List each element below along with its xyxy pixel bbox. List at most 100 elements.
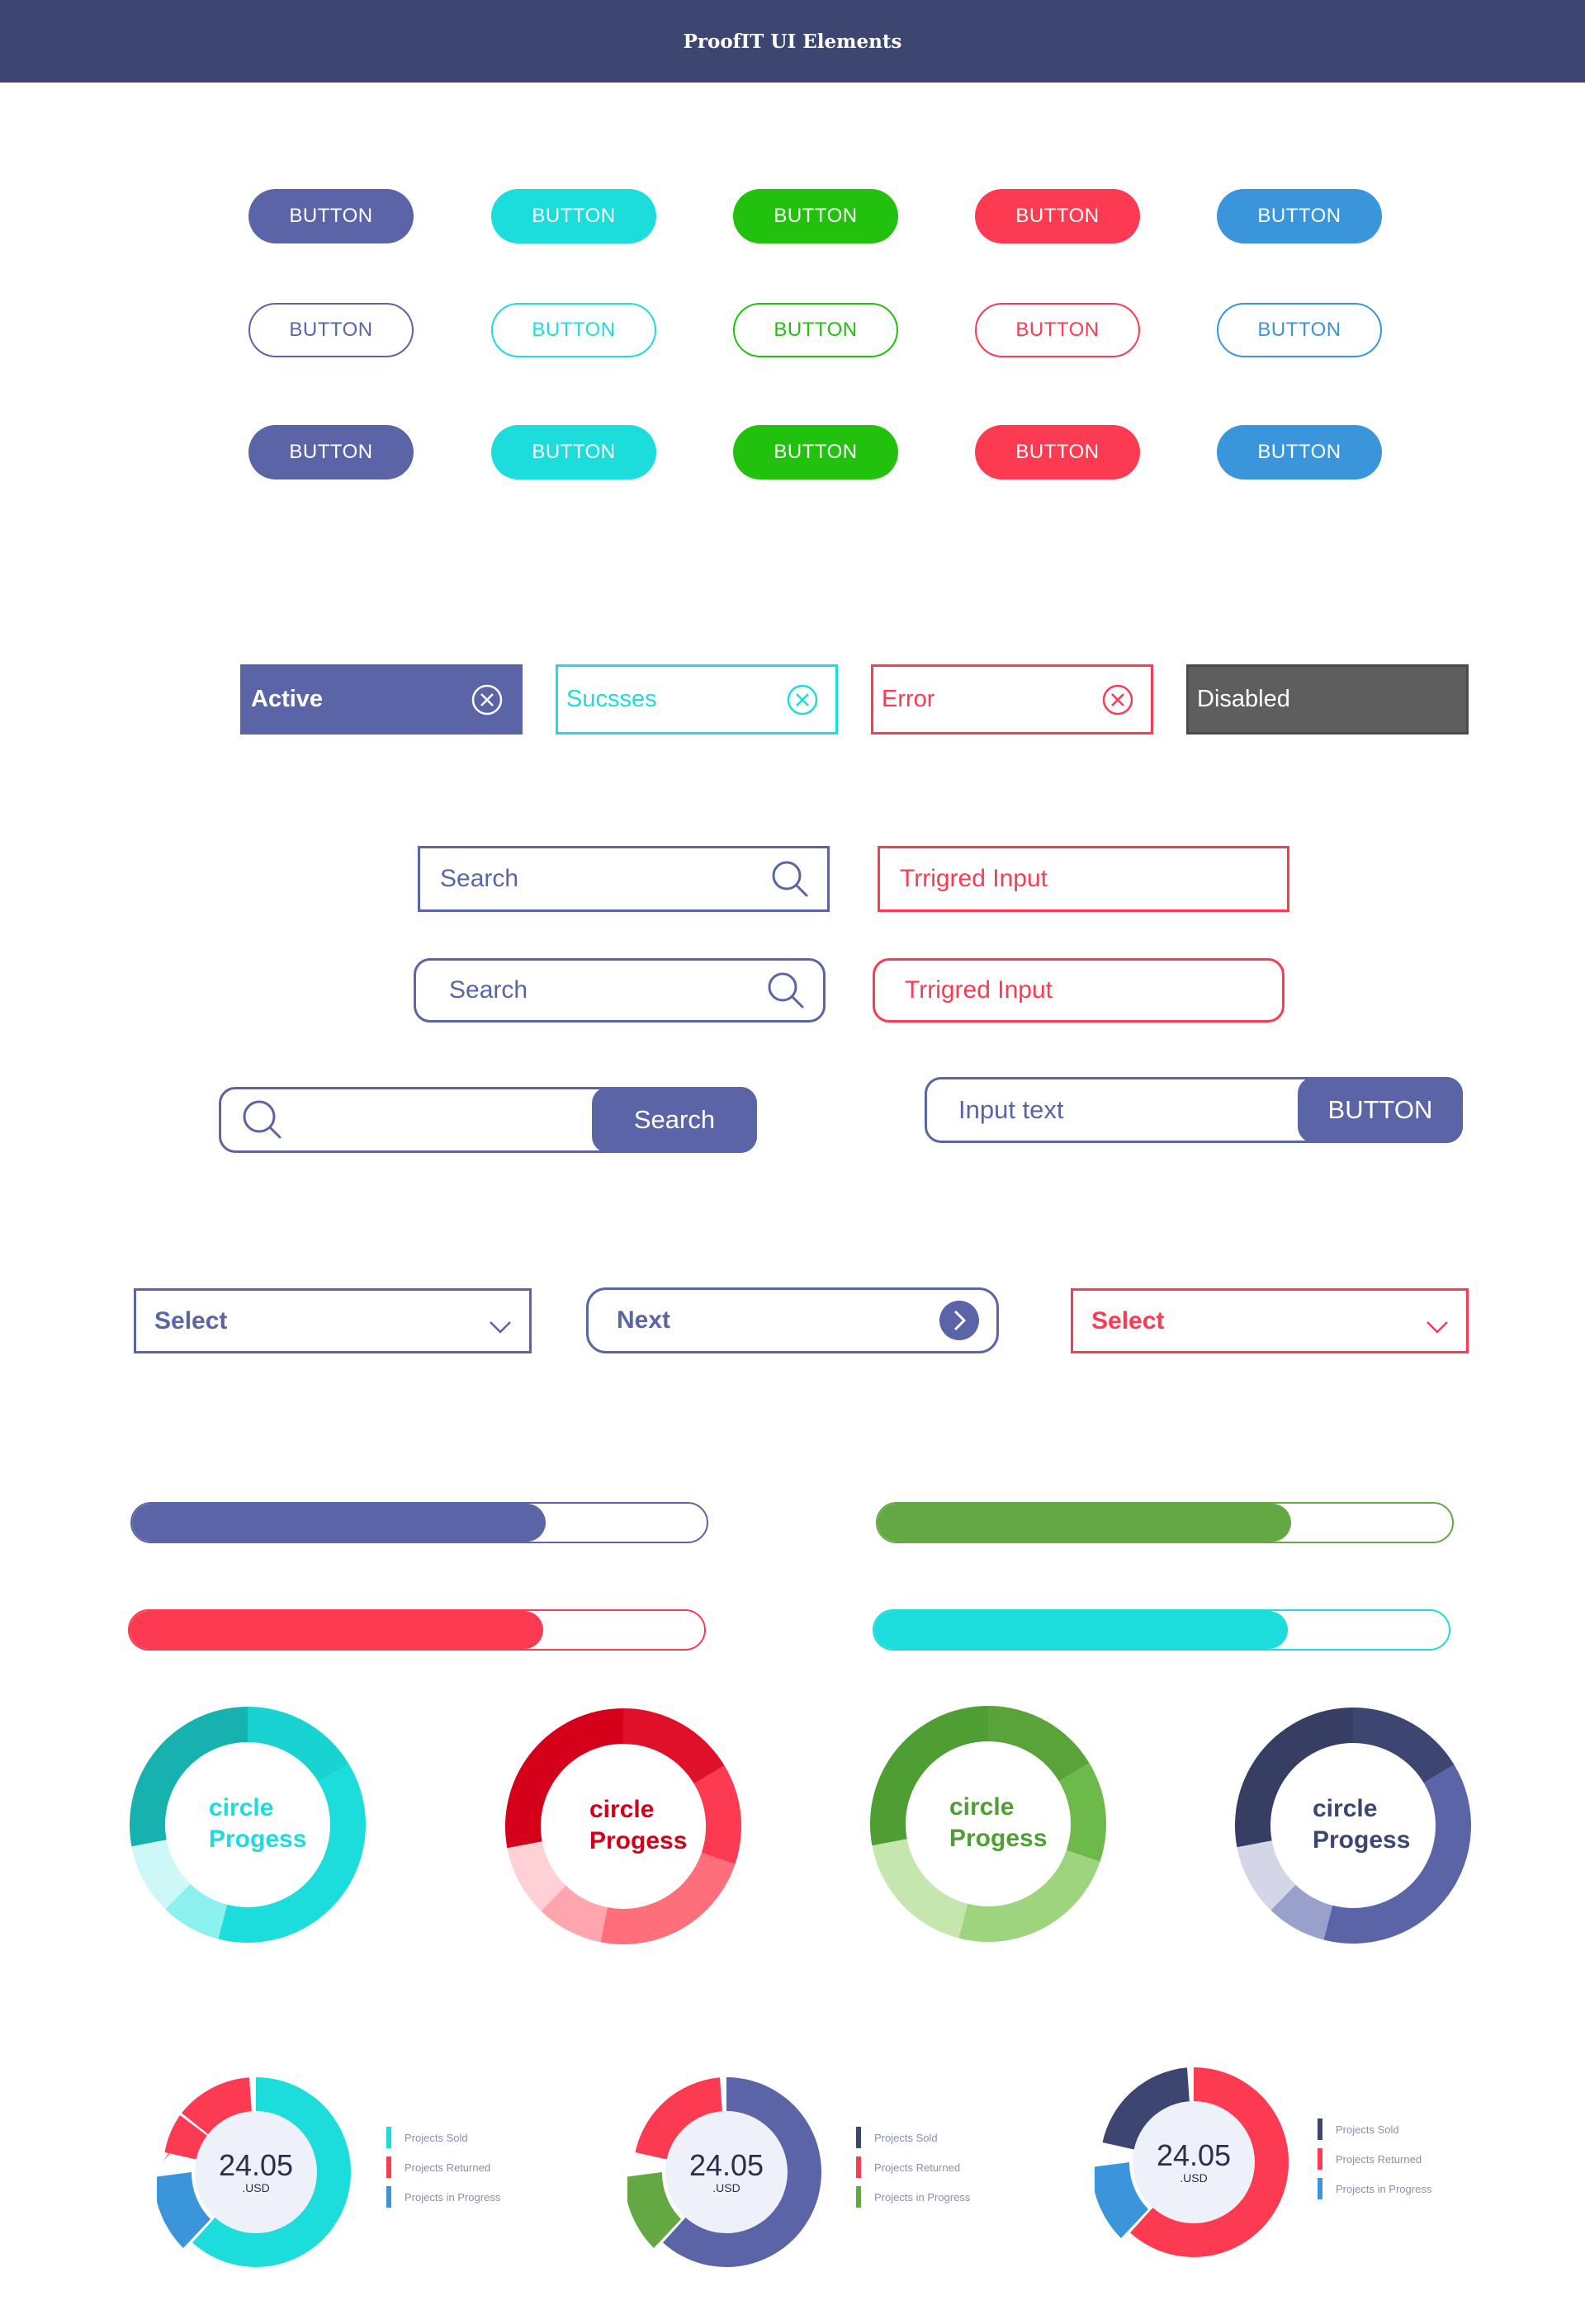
donut-chart-2: 24.05 .USD: [627, 2073, 826, 2271]
close-icon[interactable]: [1101, 683, 1134, 716]
triggered-input-rounded[interactable]: Trrigred Input: [873, 958, 1285, 1023]
search-input-rounded[interactable]: Search: [414, 958, 826, 1023]
page-title: ProofIT UI Elements: [683, 30, 902, 53]
progress-bar-red: [128, 1609, 706, 1651]
circle-label-line2: Progess: [209, 1826, 307, 1853]
button-outline-blue[interactable]: BUTTON: [1217, 303, 1382, 357]
button-green[interactable]: BUTTON: [733, 425, 898, 479]
close-icon[interactable]: [786, 683, 819, 716]
chevron-right-icon[interactable]: [939, 1300, 980, 1341]
legend-label: Projects in Progress: [1336, 2182, 1432, 2195]
circle-label-line1: circle: [589, 1796, 655, 1823]
legend-swatch: [386, 2127, 391, 2148]
circle-progress-green: circle Progess: [870, 1706, 1106, 1942]
donut-currency: .USD: [712, 2181, 740, 2194]
progress-fill: [130, 1611, 544, 1649]
close-icon[interactable]: [471, 683, 504, 716]
tag-active: Active: [240, 664, 523, 735]
input-submit-button[interactable]: BUTTON: [1298, 1077, 1463, 1143]
tag-disabled: Disabled: [1186, 664, 1469, 735]
button-label: BUTTON: [289, 205, 373, 227]
tag-label: Error: [882, 686, 935, 712]
circle-progress-cyan: circle Progess: [130, 1707, 366, 1943]
legend-label: Projects in Progress: [874, 2190, 971, 2204]
button-primary[interactable]: BUTTON: [248, 425, 414, 479]
button-outline-green[interactable]: BUTTON: [733, 303, 898, 357]
tag-label: Sucsses: [566, 686, 657, 712]
progress-bar-cyan: [873, 1609, 1450, 1651]
circle-progress-red: circle Progess: [505, 1708, 741, 1944]
button-cyan[interactable]: BUTTON: [491, 189, 656, 243]
triggered-input-square[interactable]: Trrigred Input: [878, 846, 1289, 912]
progress-fill: [878, 1504, 1292, 1542]
donut-center: 24.05 .USD: [1133, 2101, 1255, 2223]
search-icon[interactable]: [765, 970, 807, 1011]
progress-bar-green: [876, 1502, 1454, 1543]
input-placeholder: Input text: [958, 1095, 1064, 1124]
legend-label: Projects Returned: [1336, 2152, 1422, 2166]
search-button[interactable]: Search: [592, 1087, 757, 1153]
legend-item: Projects Sold: [856, 2123, 970, 2152]
legend-item: Projects in Progress: [1318, 2174, 1431, 2204]
legend-swatch: [1318, 2178, 1322, 2199]
button-outline-cyan[interactable]: BUTTON: [491, 303, 656, 357]
progress-fill: [874, 1611, 1289, 1649]
legend-label: Projects Sold: [874, 2131, 938, 2144]
button-red[interactable]: BUTTON: [975, 189, 1140, 243]
page-header: ProofIT UI Elements: [0, 0, 1585, 83]
legend-swatch: [1318, 2119, 1322, 2140]
button-label: BUTTON: [289, 441, 373, 463]
legend-label: Projects Returned: [874, 2161, 961, 2174]
next-label: Next: [617, 1306, 671, 1334]
donut-legend-3: Projects Sold Projects Returned Projects…: [1318, 2114, 1431, 2204]
circle-label-line2: Progess: [949, 1825, 1048, 1852]
button-cyan[interactable]: BUTTON: [491, 425, 656, 479]
donut-center: 24.05 .USD: [195, 2111, 317, 2233]
button-primary[interactable]: BUTTON: [248, 189, 414, 243]
search-placeholder: Search: [449, 976, 528, 1004]
legend-label: Projects in Progress: [405, 2190, 501, 2204]
search-icon[interactable]: [769, 858, 811, 900]
donut-chart-1: 24.05 .USD: [157, 2073, 355, 2271]
select-dropdown-error[interactable]: Select: [1071, 1288, 1469, 1353]
legend-item: Projects in Progress: [856, 2182, 970, 2212]
search-button-label: Search: [633, 1105, 716, 1134]
legend-label: Projects Returned: [405, 2161, 491, 2174]
donut-value: 24.05: [1156, 2138, 1232, 2172]
legend-item: Projects in Progress: [386, 2182, 500, 2212]
circle-progress-label: circle Progess: [949, 1792, 1047, 1854]
select-value: Select: [1091, 1306, 1165, 1334]
legend-swatch: [856, 2186, 861, 2208]
legend-item: Projects Returned: [386, 2152, 500, 2182]
button-blue[interactable]: BUTTON: [1217, 189, 1382, 243]
tag-label: Disabled: [1197, 686, 1290, 712]
search-input-square[interactable]: Search: [418, 846, 830, 912]
input-button-label: BUTTON: [1327, 1095, 1433, 1124]
tag-label: Active: [251, 686, 324, 712]
circle-label-line1: circle: [209, 1794, 274, 1821]
circle-progress-label: circle Progess: [589, 1794, 687, 1857]
legend-swatch: [1318, 2148, 1322, 2170]
button-outline-red[interactable]: BUTTON: [975, 303, 1140, 357]
next-stepper[interactable]: Next: [586, 1287, 999, 1353]
select-dropdown[interactable]: Select: [134, 1288, 532, 1353]
button-label: BUTTON: [532, 441, 616, 463]
select-value: Select: [154, 1306, 228, 1334]
progress-bar-primary: [130, 1502, 708, 1543]
button-outline-primary[interactable]: BUTTON: [248, 303, 414, 357]
legend-swatch: [386, 2186, 391, 2208]
circle-progress-label: circle Progess: [1313, 1793, 1410, 1856]
button-green[interactable]: BUTTON: [733, 189, 898, 243]
search-icon[interactable]: [240, 1098, 285, 1142]
legend-item: Projects Returned: [1318, 2144, 1431, 2174]
circle-label-line2: Progess: [589, 1827, 688, 1854]
button-label: BUTTON: [1015, 205, 1100, 227]
button-label: BUTTON: [774, 319, 858, 341]
chevron-down-icon: [1425, 1320, 1450, 1334]
search-placeholder: Search: [440, 865, 519, 892]
button-blue[interactable]: BUTTON: [1217, 425, 1382, 479]
button-label: BUTTON: [1257, 319, 1341, 341]
donut-value: 24.05: [218, 2148, 294, 2182]
donut-chart-3: 24.05 .USD: [1095, 2063, 1293, 2261]
button-red[interactable]: BUTTON: [975, 425, 1140, 479]
